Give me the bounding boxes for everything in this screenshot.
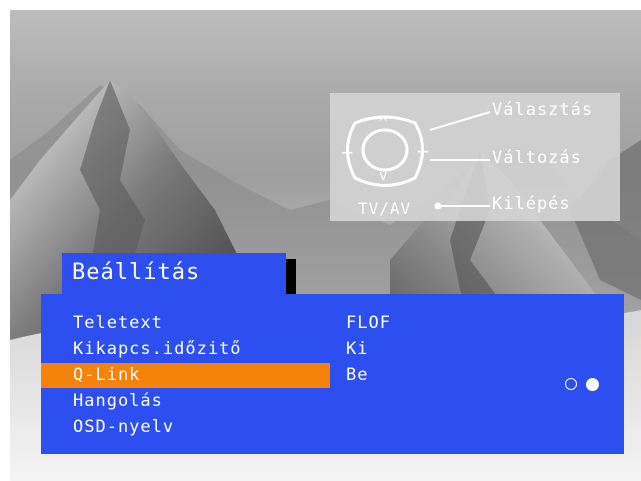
menu-item-tuning[interactable]: Hangolás [41,389,330,414]
menu-item-label: OSD-nyelv [73,417,175,437]
menu-title-box: Beállítás [62,253,286,295]
menu-item-label: Hangolás [73,391,163,411]
page-indicator-hollow-icon [565,378,577,390]
menu-item-value-off-timer: Ki [346,339,369,359]
page-indicator-filled-icon [586,378,599,391]
minus-icon: − [341,140,354,164]
menu-item-osd-language[interactable]: OSD-nyelv [41,415,330,440]
help-select-label: Választás [492,100,594,120]
down-arrow-icon: v [379,168,388,184]
menu-item-value-q-link: Be [346,365,369,385]
tv-av-label: TV/AV [358,199,412,218]
help-exit-label: Kilépés [492,194,571,214]
settings-menu-panel: Teletext FLOF Kikapcs.időzitő Ki Q-Link … [41,294,624,454]
menu-title: Beállítás [72,260,201,285]
plus-icon: + [417,139,430,163]
menu-item-teletext[interactable]: Teletext [41,311,330,336]
menu-item-off-timer[interactable]: Kikapcs.időzitő [41,337,330,362]
help-change-label: Változás [492,148,582,168]
up-arrow-icon: ^ [379,115,388,131]
tv-screen: ^ v − + Választás Változás Kilépés TV/AV… [10,10,641,481]
menu-item-q-link[interactable]: Q-Link [41,363,330,388]
remote-help-panel: ^ v − + Választás Változás Kilépés TV/AV [330,93,620,221]
menu-item-label: Q-Link [73,365,141,385]
menu-item-label: Kikapcs.időzitő [73,339,242,359]
menu-item-value-teletext: FLOF [346,313,391,333]
menu-item-label: Teletext [73,313,163,333]
